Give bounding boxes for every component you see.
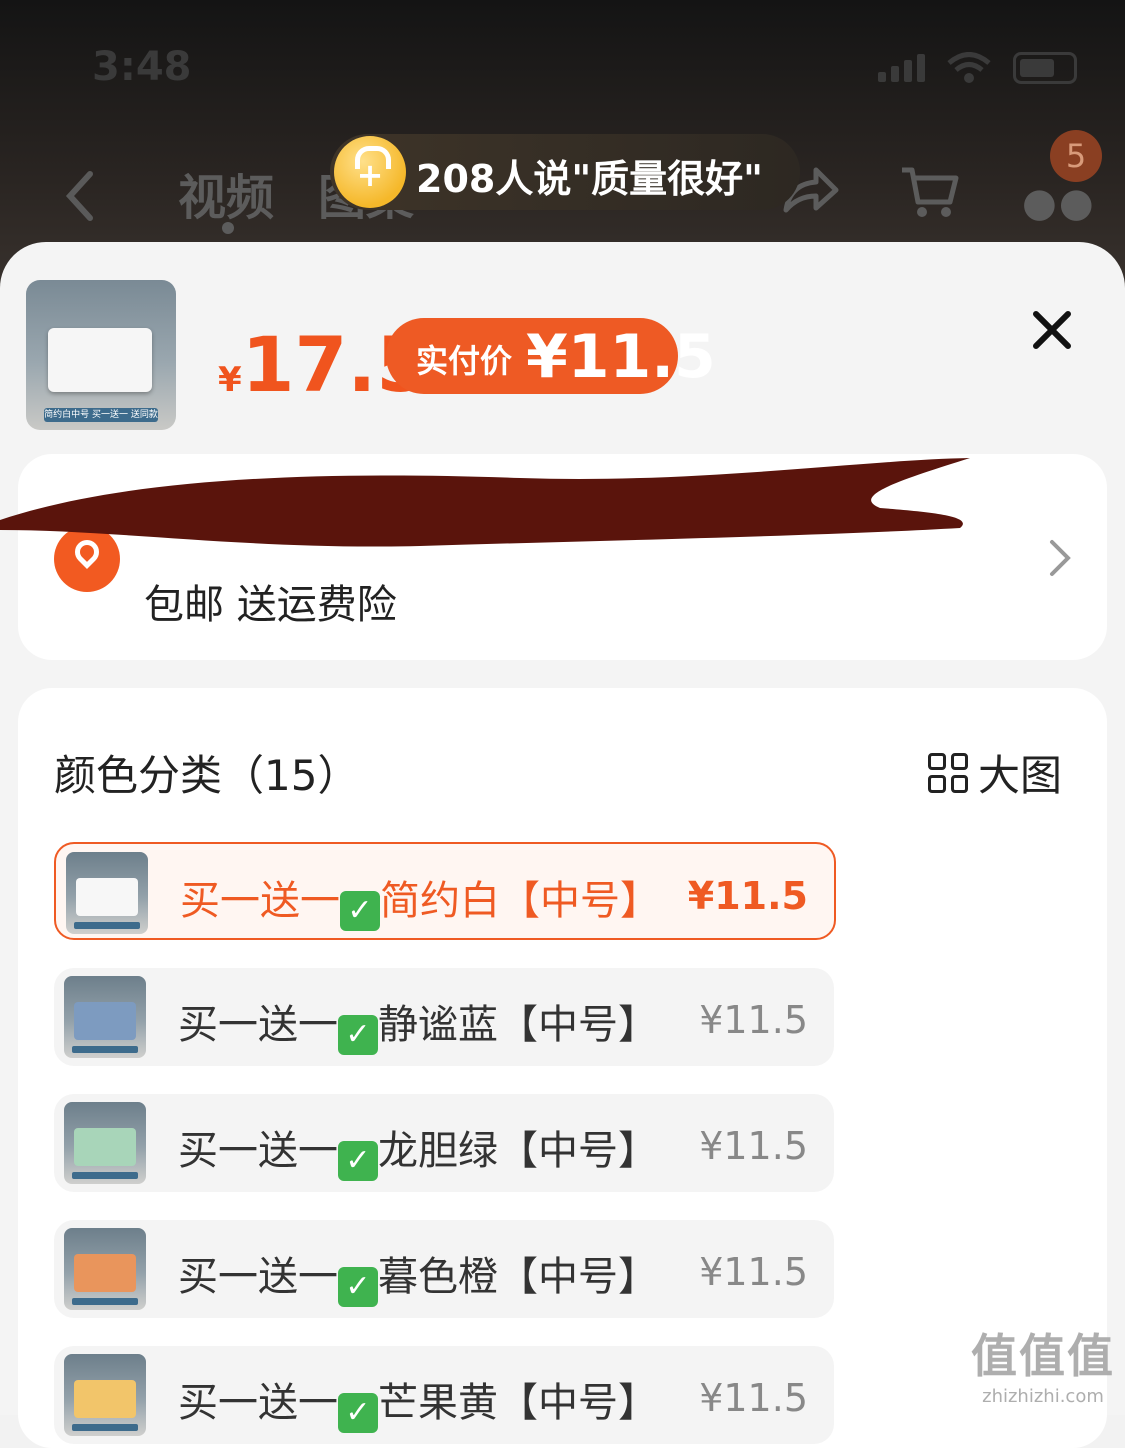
sku-caption-bar (72, 1172, 138, 1179)
sku-prefix: 买一送一 (178, 1254, 338, 1300)
sku-box-swatch (74, 1002, 136, 1040)
checkmark-icon: ✓ (338, 1267, 378, 1307)
sku-sheet: 简约白中号 买一送一 送同款 ¥17.5 实付价 ¥11.5 包邮 送运费险 颜… (0, 242, 1125, 1448)
sku-label: 静谧蓝【中号】 (378, 1002, 658, 1048)
address-card[interactable]: 包邮 送运费险 (0, 454, 1107, 660)
watermark-url: zhizhizhi.com (982, 1386, 1104, 1407)
sku-option[interactable]: 买一送一 ✓ 简约白【中号】 ¥11.5 (54, 842, 836, 940)
sku-caption-bar (74, 922, 140, 929)
checkmark-icon: ✓ (338, 1393, 378, 1433)
sku-option[interactable]: 买一送一 ✓ 静谧蓝【中号】 ¥11.5 (54, 968, 834, 1066)
sku-price: ¥11.5 (687, 874, 808, 918)
sku-name: 买一送一 ✓ 暮色橙【中号】 (178, 1244, 658, 1307)
big-picture-toggle[interactable]: 大图 (928, 742, 1062, 803)
sku-box-swatch (74, 1380, 136, 1418)
wifi-icon (947, 52, 991, 83)
color-spec-card: 颜色分类（15） 大图 买一送一 ✓ 简约白【中号】 ¥11.5 买一送一 ✓ 静谧蓝【… (18, 688, 1107, 1448)
sku-thumbnail (64, 1102, 146, 1184)
more-icon[interactable]: ●● (1022, 180, 1096, 226)
checkmark-icon: ✓ (338, 1141, 378, 1181)
sku-label: 芒果黄【中号】 (378, 1380, 658, 1426)
sku-price: ¥11.5 (699, 1376, 808, 1420)
cart-badge: 5 (1050, 130, 1102, 182)
sku-option[interactable]: 买一送一 ✓ 龙胆绿【中号】 ¥11.5 (54, 1094, 834, 1192)
quality-banner-text: 208人说"质量很好" (416, 157, 763, 201)
cart-icon[interactable] (900, 164, 960, 220)
sku-caption-bar (72, 1424, 138, 1431)
actual-pay-label: 实付价 (416, 342, 513, 380)
status-icons (878, 52, 1077, 84)
thumbnail-caption: 简约白中号 买一送一 送同款 (44, 408, 158, 422)
sku-box-swatch (74, 1254, 136, 1292)
sku-name: 买一送一 ✓ 芒果黄【中号】 (178, 1370, 658, 1433)
sku-option[interactable]: 买一送一 ✓ 暮色橙【中号】 ¥11.5 (54, 1220, 834, 1318)
sku-caption-bar (72, 1298, 138, 1305)
sku-price: ¥11.5 (699, 1250, 808, 1294)
back-icon[interactable] (60, 168, 100, 224)
sku-box-swatch (74, 1128, 136, 1166)
grid-icon (928, 752, 968, 793)
watermark-logo: 值值值 (971, 1329, 1115, 1383)
sku-name: 买一送一 ✓ 简约白【中号】 (180, 868, 660, 931)
tab-video[interactable]: 视频 (178, 158, 274, 228)
actual-pay-badge: 实付价 ¥11.5 (386, 318, 716, 394)
sku-prefix: 买一送一 (180, 878, 340, 924)
shopping-bag-icon (334, 136, 406, 208)
sku-caption-bar (72, 1046, 138, 1053)
quality-banner[interactable]: 208人说"质量很好" (330, 134, 800, 210)
sku-prefix: 买一送一 (178, 1002, 338, 1048)
status-time: 3:48 (92, 44, 192, 90)
watermark: 值值值 zhizhizhi.com (971, 1320, 1115, 1407)
sku-label: 暮色橙【中号】 (378, 1254, 658, 1300)
checkmark-icon: ✓ (338, 1015, 378, 1055)
sku-prefix: 买一送一 (178, 1380, 338, 1426)
sku-thumbnail (64, 1354, 146, 1436)
sku-thumbnail (66, 852, 148, 934)
sku-option[interactable]: 买一送一 ✓ 芒果黄【中号】 ¥11.5 (54, 1346, 834, 1444)
sku-name: 买一送一 ✓ 龙胆绿【中号】 (178, 1118, 658, 1181)
chevron-right-icon (1050, 540, 1071, 576)
sku-thumbnail (64, 1228, 146, 1310)
redaction-scribble (0, 458, 970, 547)
product-thumbnail[interactable]: 简约白中号 买一送一 送同款 (26, 280, 176, 430)
sku-price: ¥11.5 (699, 1124, 808, 1168)
actual-pay-amount: ¥11.5 (526, 322, 716, 392)
sku-prefix: 买一送一 (178, 1128, 338, 1174)
sku-name: 买一送一 ✓ 静谧蓝【中号】 (178, 992, 658, 1055)
signal-icon (878, 54, 925, 82)
battery-icon (1013, 52, 1077, 84)
big-picture-label: 大图 (978, 751, 1063, 800)
active-tab-indicator (222, 222, 234, 234)
storage-box-image (48, 328, 152, 392)
shipping-info: 包邮 送运费险 (144, 582, 397, 628)
sku-box-swatch (76, 878, 138, 916)
sku-label: 龙胆绿【中号】 (378, 1128, 658, 1174)
spec-title: 颜色分类（15） (54, 751, 360, 800)
sku-thumbnail (64, 976, 146, 1058)
sku-price: ¥11.5 (699, 998, 808, 1042)
price-currency: ¥ (218, 360, 242, 400)
checkmark-icon: ✓ (340, 891, 380, 931)
close-icon[interactable] (1024, 302, 1080, 358)
sku-label: 简约白【中号】 (380, 878, 660, 924)
